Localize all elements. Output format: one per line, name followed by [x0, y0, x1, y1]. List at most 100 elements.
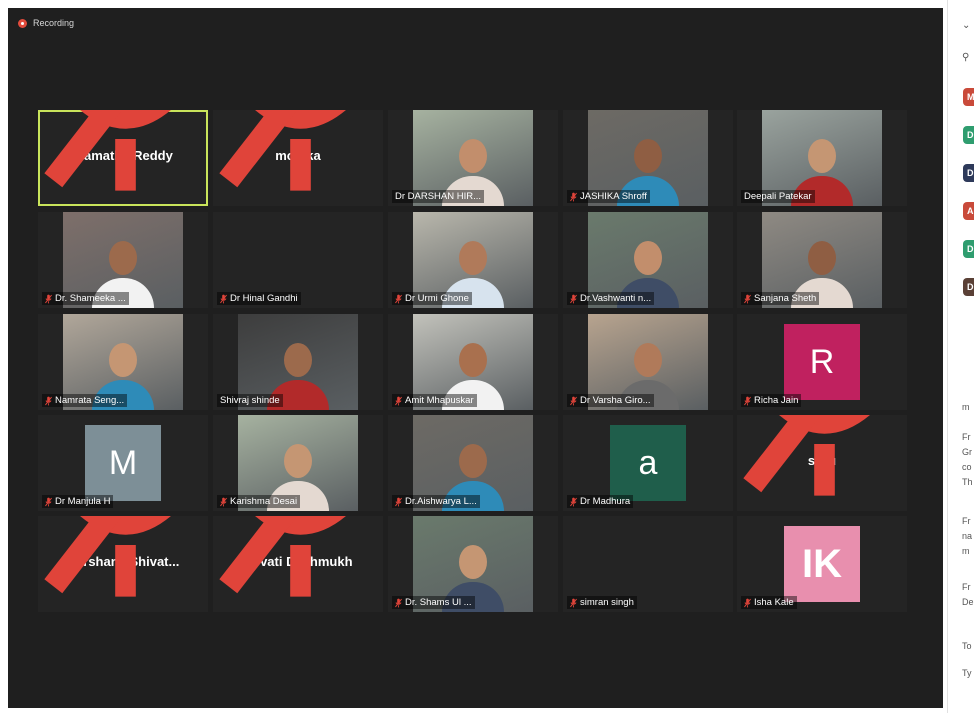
muted-mic-icon: [570, 294, 577, 303]
participant-label: Dr. Shameeka ...: [42, 292, 129, 305]
chat-participant-chip[interactable]: D: [963, 240, 974, 258]
participant-tile[interactable]: Dr. Shameeka ...: [38, 212, 208, 308]
participant-tile[interactable]: Dr Hinal Gandhi: [213, 212, 383, 308]
participant-name: Sanjana Sheth: [754, 293, 817, 304]
participant-tile[interactable]: Amit Mhapuskar: [388, 314, 558, 410]
participant-face: [459, 544, 487, 579]
participant-label: Dr Varsha Giro...: [567, 394, 654, 407]
participant-face: [808, 240, 836, 275]
record-icon: [18, 18, 27, 28]
muted-mic-icon: [45, 497, 52, 506]
recording-indicator[interactable]: Recording: [18, 18, 74, 28]
participant-tile[interactable]: IK Isha Kale: [737, 516, 907, 612]
participant-face: [634, 138, 662, 173]
participant-label: Dr Hinal Gandhi: [217, 292, 301, 305]
participant-label: simran singh: [567, 596, 637, 609]
chat-text-fragment: m: [962, 402, 970, 412]
participant-tile[interactable]: Karishma Desai: [213, 415, 383, 511]
participant-tile[interactable]: Dr.Aishwarya L...: [388, 415, 558, 511]
chat-text-fragment: na: [962, 531, 973, 541]
participant-name: Dr.Vashwanti n...: [580, 293, 652, 304]
participant-tile[interactable]: Deepali Patekar: [737, 110, 907, 206]
chat-participant-chip[interactable]: M: [963, 88, 974, 106]
chat-text-fragment: Fr: [962, 432, 971, 442]
participant-tile[interactable]: Namrata Seng...: [38, 314, 208, 410]
participant-tile[interactable]: Dr DARSHAN HIR...: [388, 110, 558, 206]
participant-name: Amit Mhapuskar: [405, 395, 474, 406]
participant-face: [109, 342, 137, 377]
muted-mic-icon: [744, 294, 751, 303]
participant-label: Namrata Seng...: [42, 394, 128, 407]
participant-tile[interactable]: R Richa Jain: [737, 314, 907, 410]
muted-mic-icon: [743, 415, 870, 496]
participant-label: Dr.Aishwarya L...: [392, 495, 480, 508]
muted-mic-icon: [395, 497, 402, 506]
participant-name: Dr Madhura: [580, 496, 631, 507]
participant-label: JASHIKA Shroff: [567, 190, 650, 203]
collapse-chevron-icon[interactable]: ⌄: [962, 20, 970, 31]
participant-tile[interactable]: shru: [737, 415, 907, 511]
muted-mic-icon: [219, 516, 346, 597]
participant-tile[interactable]: Shivraj shinde: [213, 314, 383, 410]
participant-label: Dr.Vashwanti n...: [567, 292, 655, 305]
participant-tile[interactable]: Dr Varsha Giro...: [563, 314, 733, 410]
muted-mic-icon: [219, 110, 346, 191]
participant-avatar: a: [610, 425, 686, 501]
muted-mic-icon: [395, 598, 402, 607]
participant-label: Shivraj shinde: [217, 394, 283, 407]
meeting-stage: Recording Mamatha Reddymonika Dr DARSHAN …: [8, 8, 943, 708]
participant-tile[interactable]: Dr.Vashwanti n...: [563, 212, 733, 308]
participant-name: Dr Hinal Gandhi: [230, 293, 298, 304]
participant-label: Sanjana Sheth: [741, 292, 820, 305]
participant-name: Dr. Shameeka ...: [55, 293, 126, 304]
participant-face: [634, 342, 662, 377]
participant-label: Richa Jain: [741, 394, 802, 407]
chat-text-fragment: To: [962, 641, 972, 651]
muted-mic-icon: [570, 598, 577, 607]
participant-label: Amit Mhapuskar: [392, 394, 477, 407]
participant-tile[interactable]: M Dr Manjula H: [38, 415, 208, 511]
participant-label: Dr Manjula H: [42, 495, 114, 508]
participant-name: Shivraj shinde: [220, 395, 280, 406]
chat-participant-chip[interactable]: D: [963, 164, 974, 182]
muted-mic-icon: [744, 598, 751, 607]
participant-tile[interactable]: JASHIKA Shroff: [563, 110, 733, 206]
chat-text-fragment: De: [962, 597, 974, 607]
chat-participant-chip[interactable]: AI: [963, 202, 974, 220]
participant-face: [459, 240, 487, 275]
participant-avatar: M: [85, 425, 161, 501]
participant-name: Dr Manjula H: [55, 496, 111, 507]
participant-tile[interactable]: Dr Urmi Ghone: [388, 212, 558, 308]
muted-mic-icon: [45, 396, 52, 405]
participant-name: Richa Jain: [754, 395, 799, 406]
participant-tile[interactable]: Mamatha Reddy: [38, 110, 208, 206]
participant-name: Dr. Shams Ul ...: [405, 597, 472, 608]
participant-face: [634, 240, 662, 275]
participant-tile[interactable]: monika: [213, 110, 383, 206]
chat-text-fragment: co: [962, 462, 972, 472]
participant-name: Dr Varsha Giro...: [580, 395, 651, 406]
muted-mic-icon: [744, 396, 751, 405]
participant-face: [459, 342, 487, 377]
participant-tile[interactable]: a Dr Madhura: [563, 415, 733, 511]
chat-text-fragment: Fr: [962, 582, 971, 592]
participant-label: Dr Urmi Ghone: [392, 292, 472, 305]
chat-text-fragment: Ty: [962, 668, 972, 678]
participant-label: Karishma Desai: [217, 495, 301, 508]
participant-face: [109, 240, 137, 275]
participant-name: Karishma Desai: [230, 496, 298, 507]
participant-tile[interactable]: simran singh: [563, 516, 733, 612]
participant-tile[interactable]: Sanjana Sheth: [737, 212, 907, 308]
muted-mic-icon: [44, 516, 171, 597]
participant-tile[interactable]: Dr. Shams Ul ...: [388, 516, 558, 612]
participant-tile[interactable]: Darshana Shivat...: [38, 516, 208, 612]
chat-side-panel: ⌄ ⚲ M D D AI D D m Fr Gr co Th Fr na m Fr De To Ty: [947, 0, 974, 713]
search-icon[interactable]: ⚲: [962, 52, 969, 63]
participant-name: JASHIKA Shroff: [580, 191, 647, 202]
chat-participant-chip[interactable]: D: [963, 126, 974, 144]
chat-text-fragment: Th: [962, 477, 973, 487]
chat-participant-chip[interactable]: D: [963, 278, 974, 296]
participant-name: Isha Kale: [754, 597, 794, 608]
participant-label: Dr Madhura: [567, 495, 634, 508]
participant-tile[interactable]: Revati Deshmukh: [213, 516, 383, 612]
